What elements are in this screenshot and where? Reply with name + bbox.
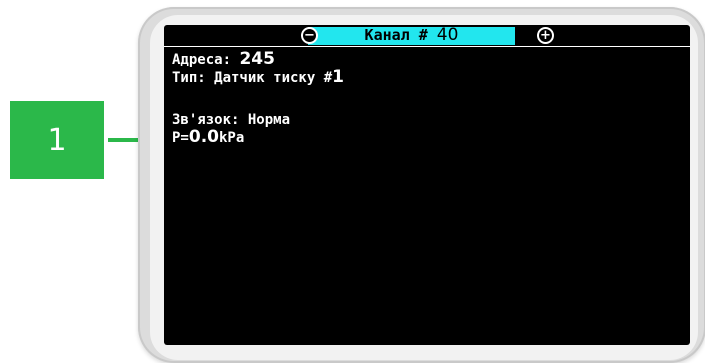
pressure-prefix: P= [172,130,189,146]
pressure-line: P=0.0kPa [172,127,245,147]
address-line: Адреса: 245 [172,49,275,69]
link-status: Зв'язок: Норма [172,112,291,128]
address-label: Адреса: [172,52,240,68]
type-label: Тип: Датчик тиску # [172,70,333,86]
channel-number: 40 [436,25,459,45]
minus-circle-icon[interactable]: − [301,27,318,44]
plus-circle-icon[interactable]: + [537,27,554,44]
callout-number: 1 [47,122,67,158]
pressure-unit: kPa [218,130,245,146]
header-divider [164,46,690,47]
callout-badge: 1 [10,101,104,179]
address-value: 245 [239,49,275,69]
channel-title: Канал # 40 [308,25,515,45]
type-value: 1 [332,67,344,87]
stage: 1 Канал # 40 − + Адреса: 245 Тип: Датчик… [0,0,705,363]
display-screen: Канал # 40 − + Адреса: 245 Тип: Датчик т… [164,25,690,345]
type-line: Тип: Датчик тиску #1 [172,67,344,87]
pressure-value: 0.0 [188,127,219,147]
channel-title-label: Канал # [364,26,437,44]
